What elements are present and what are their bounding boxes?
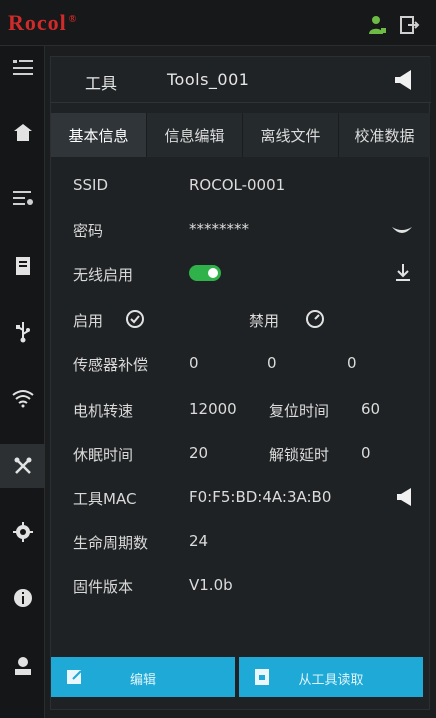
tool-header: 工具 Tools_001	[51, 57, 431, 103]
usb-icon	[15, 322, 30, 343]
password-row: 密码 ********	[51, 215, 431, 245]
menu-collapse-icon	[12, 60, 33, 75]
document-icon	[15, 257, 30, 275]
sensor-compensation-row: 传感器补偿 0 0 0	[51, 349, 431, 379]
basic-info-content: SSID ROCOL-0001 密码 ******** 无线启用 启用 禁用 传…	[51, 161, 431, 651]
disable-label: 禁用	[249, 312, 280, 330]
edit-button[interactable]: 编辑	[51, 657, 235, 697]
ssid-label: SSID	[73, 176, 109, 194]
tool-mac-row: 工具MAC F0:F5:BD:4A:3A:B0	[51, 483, 431, 513]
mac-label: 工具MAC	[73, 490, 137, 508]
wireless-row: 无线启用	[51, 259, 431, 289]
life-label: 生命周期数	[73, 534, 149, 552]
logo-text: Rocol	[8, 10, 67, 35]
user-status-icon[interactable]	[366, 14, 388, 36]
life-value: 24	[189, 532, 209, 550]
wireless-label: 无线启用	[73, 266, 134, 284]
firmware-row: 固件版本 V1.0b	[51, 571, 431, 601]
enable-label: 启用	[73, 312, 104, 330]
reset-label: 复位时间	[269, 402, 330, 420]
motor-label: 电机转速	[73, 402, 134, 420]
disable-clock-icon[interactable]	[305, 309, 325, 329]
tools-icon	[14, 457, 31, 474]
sidebar-item-document[interactable]	[0, 244, 45, 288]
life-cycles-row: 生命周期数 24	[51, 527, 431, 557]
firmware-label: 固件版本	[73, 578, 134, 596]
ssid-value: ROCOL-0001	[189, 176, 286, 194]
download-icon[interactable]	[395, 263, 411, 283]
sidebar-item-home[interactable]	[0, 110, 45, 154]
logout-icon[interactable]	[398, 14, 420, 36]
sidebar-menu-toggle[interactable]	[0, 46, 45, 90]
sidebar-item-usb[interactable]	[0, 310, 45, 354]
motor-speed-row: 电机转速 12000 复位时间 60	[51, 395, 431, 425]
sleep-time-row: 休眠时间 20 解锁延时 0	[51, 439, 431, 469]
enable-disable-row: 启用 禁用	[51, 305, 431, 335]
info-icon	[13, 589, 32, 607]
edit-button-label: 编辑	[129, 673, 156, 688]
unlock-label: 解锁延时	[269, 446, 330, 464]
firmware-value: V1.0b	[189, 576, 233, 594]
sidebar-item-info[interactable]	[0, 576, 45, 620]
ssid-row: SSID ROCOL-0001	[51, 171, 431, 201]
read-from-tool-button[interactable]: 从工具读取	[239, 657, 423, 697]
unlock-value: 0	[361, 444, 371, 462]
home-icon	[13, 124, 32, 141]
sensor-value-1: 0	[189, 354, 199, 372]
rocol-logo: Rocol ®	[8, 10, 77, 36]
tab-basic-info[interactable]: 基本信息	[51, 113, 147, 157]
sidebar-item-user[interactable]	[0, 644, 45, 688]
sidebar-item-tools[interactable]	[0, 444, 45, 488]
sensor-value-3: 0	[347, 354, 357, 372]
wifi-icon	[11, 390, 34, 408]
password-value: ********	[189, 220, 249, 238]
gear-icon	[12, 522, 33, 542]
top-bar: Rocol ®	[0, 0, 436, 46]
tab-calibration-data[interactable]: 校准数据	[339, 113, 431, 157]
motor-value: 12000	[189, 400, 237, 418]
user-icon	[14, 657, 31, 675]
tab-edit-info[interactable]: 信息编辑	[147, 113, 243, 157]
sidebar	[0, 46, 45, 718]
info-tabs: 基本信息 信息编辑 离线文件 校准数据	[51, 113, 431, 157]
show-password-icon[interactable]	[391, 225, 413, 237]
mac-speaker-icon[interactable]	[395, 486, 417, 508]
sensor-value-2: 0	[267, 354, 277, 372]
tool-label: 工具	[85, 74, 118, 93]
registered-mark: ®	[68, 13, 78, 25]
mac-value: F0:F5:BD:4A:3A:B0	[189, 488, 332, 506]
tab-offline-files[interactable]: 离线文件	[243, 113, 339, 157]
enable-clock-icon[interactable]	[125, 309, 145, 329]
speaker-icon[interactable]	[393, 69, 417, 91]
password-label: 密码	[73, 222, 104, 240]
tool-name: Tools_001	[167, 70, 250, 89]
tool-detail-panel: 工具 Tools_001 基本信息 信息编辑 离线文件 校准数据 SSID RO…	[50, 56, 431, 710]
reset-value: 60	[361, 400, 381, 418]
sleep-label: 休眠时间	[73, 446, 134, 464]
list-settings-icon	[12, 191, 33, 205]
sidebar-item-settings[interactable]	[0, 510, 45, 554]
sleep-value: 20	[189, 444, 209, 462]
sidebar-item-wifi[interactable]	[0, 376, 45, 420]
sensor-label: 传感器补偿	[73, 356, 149, 374]
read-button-label: 从工具读取	[298, 673, 364, 688]
wireless-toggle[interactable]	[189, 265, 221, 281]
sidebar-item-list[interactable]	[0, 176, 45, 220]
